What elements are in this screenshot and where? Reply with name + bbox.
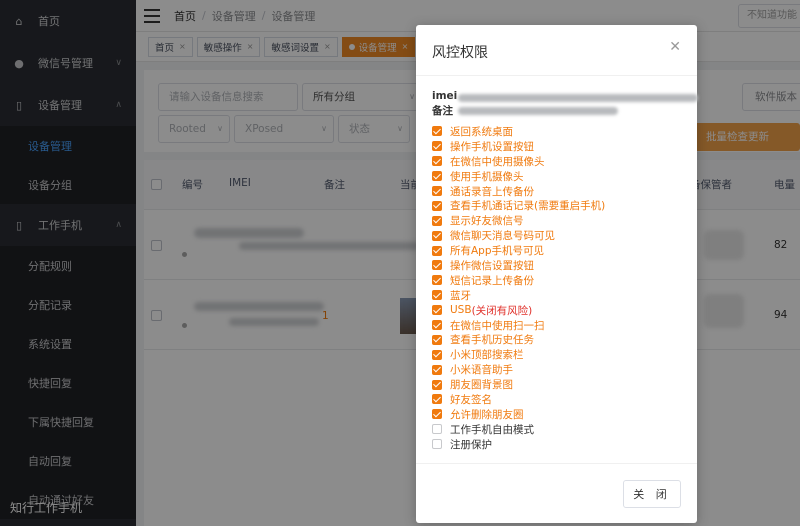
close-icon[interactable]: ✕ <box>669 40 681 54</box>
permission-label: 工作手机自由模式 <box>450 423 534 436</box>
permission-item[interactable]: 注册保护 <box>432 437 605 452</box>
redacted-imei <box>458 94 698 102</box>
imei-label: imei <box>432 90 458 102</box>
permission-label: 查看手机通话记录(需要重启手机) <box>450 200 606 213</box>
permission-item[interactable]: 朋友圈背景图 <box>432 377 605 392</box>
permission-label: 朋友圈背景图 <box>450 379 513 392</box>
permission-label: 通话录音上传备份 <box>450 185 534 198</box>
permission-label: 操作微信设置按钮 <box>450 259 534 272</box>
permission-label: 好友签名 <box>450 393 492 406</box>
checkbox-checked[interactable] <box>432 394 442 405</box>
checkbox-checked[interactable] <box>432 245 442 256</box>
permission-label: 蓝牙 <box>450 289 471 302</box>
permission-label: 所有App手机号可见 <box>450 245 545 258</box>
permission-label: 返回系统桌面 <box>450 125 513 138</box>
permission-label: 在微信中使用摄像头 <box>450 155 545 168</box>
permission-label: 注册保护 <box>450 438 492 451</box>
permission-item[interactable]: 所有App手机号可见 <box>432 243 605 258</box>
permission-label: 小米顶部搜索栏 <box>450 349 524 362</box>
permission-label: 小米语音助手 <box>450 364 513 377</box>
checkbox-checked[interactable] <box>432 364 442 375</box>
checkbox-checked[interactable] <box>432 334 442 345</box>
permission-item[interactable]: 短信记录上传备份 <box>432 273 605 288</box>
permission-item[interactable]: 在微信中使用摄像头 <box>432 154 605 169</box>
checkbox-checked[interactable] <box>432 200 442 211</box>
permission-item[interactable]: 使用手机摄像头 <box>432 169 605 184</box>
checkbox-checked[interactable] <box>432 215 442 226</box>
permission-item[interactable]: 通话录音上传备份 <box>432 184 605 199</box>
permission-item[interactable]: 显示好友微信号 <box>432 213 605 228</box>
permission-item[interactable]: 小米顶部搜索栏 <box>432 347 605 362</box>
dialog-title: 风控权限 <box>432 45 488 61</box>
close-button[interactable]: 关 闭 <box>623 480 681 508</box>
checkbox-unchecked[interactable] <box>432 439 442 450</box>
divider <box>416 463 697 464</box>
permission-item[interactable]: 小米语音助手 <box>432 362 605 377</box>
risk-permission-dialog: 风控权限 ✕ imei 备注 返回系统桌面操作手机设置按钮 在微信中使用摄像头 使用… <box>416 25 698 523</box>
checkbox-checked[interactable] <box>432 290 442 301</box>
permission-label: 短信记录上传备份 <box>450 274 534 287</box>
permission-item[interactable]: 查看手机通话记录(需要重启手机) <box>432 198 605 213</box>
checkbox-checked[interactable] <box>432 230 442 241</box>
permission-item[interactable]: 返回系统桌面 <box>432 124 605 139</box>
checkbox-checked[interactable] <box>432 260 442 271</box>
permission-label: 查看手机历史任务 <box>450 334 534 347</box>
checkbox-checked[interactable] <box>432 349 442 360</box>
permission-list: 返回系统桌面 操作手机设置按钮 在微信中使用摄像头 使用手机摄像头 通话录音上传备份 查看… <box>432 124 605 452</box>
checkbox-checked[interactable] <box>432 275 442 286</box>
permission-label: 在微信中使用扫一扫 <box>450 319 545 332</box>
permission-item[interactable]: 好友签名 <box>432 392 605 407</box>
permission-label: 使用手机摄像头 <box>450 170 524 183</box>
checkbox-checked[interactable] <box>432 126 442 137</box>
permission-item[interactable]: 操作手机设置按钮 <box>432 139 605 154</box>
checkbox-checked[interactable] <box>432 141 442 152</box>
permission-item[interactable]: 在微信中使用扫一扫 <box>432 318 605 333</box>
permission-item[interactable]: USB (关闭有风险) <box>432 303 605 318</box>
checkbox-checked[interactable] <box>432 156 442 167</box>
remark-label: 备注 <box>432 105 453 117</box>
divider <box>416 75 697 76</box>
checkbox-checked[interactable] <box>432 186 442 196</box>
checkbox-checked[interactable] <box>432 409 442 420</box>
checkbox-unchecked[interactable] <box>432 424 442 435</box>
checkbox-checked[interactable] <box>432 320 442 331</box>
risk-warning-text: (关闭有风险) <box>471 304 533 317</box>
checkbox-checked[interactable] <box>432 379 442 390</box>
permission-item[interactable]: 操作微信设置按钮 <box>432 258 605 273</box>
permission-label: 操作手机设置按钮 <box>450 140 534 153</box>
permission-label: 微信聊天消息号码可见 <box>450 230 555 243</box>
permission-label: USB <box>450 304 472 317</box>
permission-item[interactable]: 蓝牙 <box>432 288 605 303</box>
permission-label: 显示好友微信号 <box>450 215 524 228</box>
permission-item[interactable]: 查看手机历史任务 <box>432 332 605 347</box>
permission-label: 允许删除朋友圈 <box>450 408 524 421</box>
permission-item[interactable]: 允许删除朋友圈 <box>432 407 605 422</box>
redacted-remark <box>458 107 618 115</box>
permission-item[interactable]: 工作手机自由模式 <box>432 422 605 437</box>
checkbox-checked[interactable] <box>432 171 442 182</box>
checkbox-checked[interactable] <box>432 305 442 316</box>
permission-item[interactable]: 微信聊天消息号码可见 <box>432 228 605 243</box>
